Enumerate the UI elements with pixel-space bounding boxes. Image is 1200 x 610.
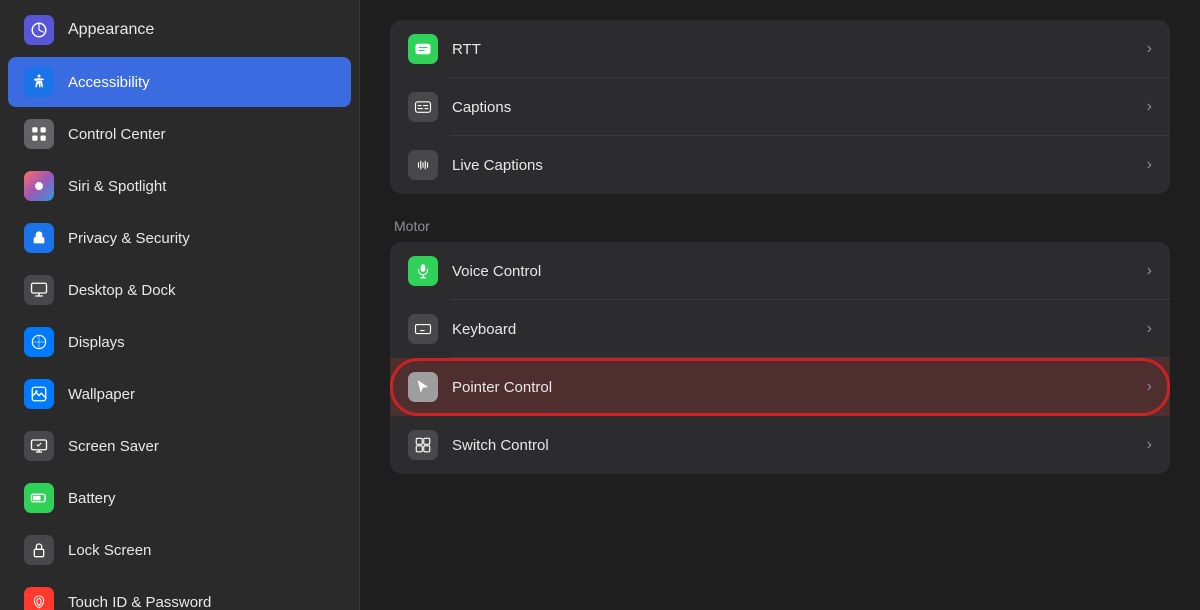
- rtt-label: RTT: [452, 41, 1133, 58]
- control-center-label: Control Center: [68, 126, 166, 143]
- sidebar-item-control-center[interactable]: Control Center: [8, 109, 351, 159]
- pointer-control-item[interactable]: Pointer Control ›: [390, 358, 1170, 416]
- pointer-control-chevron: ›: [1147, 378, 1152, 396]
- keyboard-icon: [408, 314, 438, 344]
- battery-svg: [30, 489, 48, 507]
- captions-chevron: ›: [1147, 98, 1152, 116]
- pointer-control-icon: [408, 372, 438, 402]
- captions-icon: [408, 92, 438, 122]
- voice-control-chevron: ›: [1147, 262, 1152, 280]
- accessibility-svg: [30, 73, 48, 91]
- live-captions-chevron: ›: [1147, 156, 1152, 174]
- touchid-svg: [31, 594, 47, 610]
- main-content: RTT › Captions › Live Captions: [360, 0, 1200, 610]
- captions-label: Captions: [452, 99, 1133, 116]
- pointer-control-svg: [414, 378, 432, 396]
- motor-card-group: Voice Control › Keyboard › Pointer Contr: [390, 242, 1170, 474]
- sidebar-item-appearance[interactable]: Appearance: [8, 9, 351, 55]
- keyboard-item[interactable]: Keyboard ›: [390, 300, 1170, 358]
- battery-label: Battery: [68, 490, 116, 507]
- appearance-icon: [24, 15, 54, 45]
- keyboard-svg: [414, 320, 432, 338]
- sidebar-item-accessibility[interactable]: Accessibility: [8, 57, 351, 107]
- live-captions-icon: [408, 150, 438, 180]
- rtt-svg: [414, 40, 432, 58]
- displays-label: Displays: [68, 334, 125, 351]
- desktop-label: Desktop & Dock: [68, 282, 176, 299]
- desktop-icon-wrap: [24, 275, 54, 305]
- rtt-item[interactable]: RTT ›: [390, 20, 1170, 78]
- lockscreen-icon-wrap: [24, 535, 54, 565]
- switch-control-icon: [408, 430, 438, 460]
- sidebar-item-privacy[interactable]: Privacy & Security: [8, 213, 351, 263]
- top-card-group: RTT › Captions › Live Captions: [390, 20, 1170, 194]
- sidebar-item-desktop[interactable]: Desktop & Dock: [8, 265, 351, 315]
- voice-control-item[interactable]: Voice Control ›: [390, 242, 1170, 300]
- captions-item[interactable]: Captions ›: [390, 78, 1170, 136]
- voice-control-label: Voice Control: [452, 263, 1133, 280]
- touchid-icon-wrap: [24, 587, 54, 610]
- live-captions-label: Live Captions: [452, 157, 1133, 174]
- motor-heading: Motor: [390, 218, 1170, 234]
- sidebar-item-wallpaper[interactable]: Wallpaper: [8, 369, 351, 419]
- wallpaper-label: Wallpaper: [68, 386, 135, 403]
- privacy-label: Privacy & Security: [68, 230, 190, 247]
- sidebar-item-battery[interactable]: Battery: [8, 473, 351, 523]
- screensaver-label: Screen Saver: [68, 438, 159, 455]
- lockscreen-label: Lock Screen: [68, 542, 151, 559]
- sidebar-item-touchid[interactable]: Touch ID & Password: [8, 577, 351, 610]
- sidebar-item-screensaver[interactable]: Screen Saver: [8, 421, 351, 471]
- voice-control-svg: [414, 262, 432, 280]
- live-captions-svg: [414, 156, 432, 174]
- pointer-control-label: Pointer Control: [452, 379, 1133, 396]
- wallpaper-svg: [30, 385, 48, 403]
- displays-svg: [31, 334, 47, 350]
- sidebar-item-siri[interactable]: Siri & Spotlight: [8, 161, 351, 211]
- wallpaper-icon-wrap: [24, 379, 54, 409]
- switch-control-item[interactable]: Switch Control ›: [390, 416, 1170, 474]
- rtt-icon: [408, 34, 438, 64]
- switch-control-svg: [414, 436, 432, 454]
- lockscreen-svg: [31, 542, 47, 558]
- touchid-label: Touch ID & Password: [68, 594, 211, 610]
- privacy-icon-wrap: [24, 223, 54, 253]
- screensaver-icon-wrap: [24, 431, 54, 461]
- sidebar-item-displays[interactable]: Displays: [8, 317, 351, 367]
- privacy-svg: [31, 230, 47, 246]
- rtt-chevron: ›: [1147, 40, 1152, 58]
- keyboard-chevron: ›: [1147, 320, 1152, 338]
- sidebar: Appearance Accessibility Control Center: [0, 0, 360, 610]
- switch-control-label: Switch Control: [452, 437, 1133, 454]
- siri-icon-wrap: [24, 171, 54, 201]
- appearance-label: Appearance: [68, 21, 154, 39]
- accessibility-icon-wrap: [24, 67, 54, 97]
- sidebar-item-lockscreen[interactable]: Lock Screen: [8, 525, 351, 575]
- battery-icon-wrap: [24, 483, 54, 513]
- siri-svg: [31, 178, 47, 194]
- captions-svg: [414, 98, 432, 116]
- voice-control-icon: [408, 256, 438, 286]
- displays-icon-wrap: [24, 327, 54, 357]
- screensaver-svg: [30, 437, 48, 455]
- accessibility-label: Accessibility: [68, 74, 150, 91]
- control-center-icon-wrap: [24, 119, 54, 149]
- keyboard-label: Keyboard: [452, 321, 1133, 338]
- switch-control-chevron: ›: [1147, 436, 1152, 454]
- appearance-svg: [30, 21, 48, 39]
- desktop-svg: [30, 281, 48, 299]
- control-center-svg: [30, 125, 48, 143]
- live-captions-item[interactable]: Live Captions ›: [390, 136, 1170, 194]
- siri-label: Siri & Spotlight: [68, 178, 166, 195]
